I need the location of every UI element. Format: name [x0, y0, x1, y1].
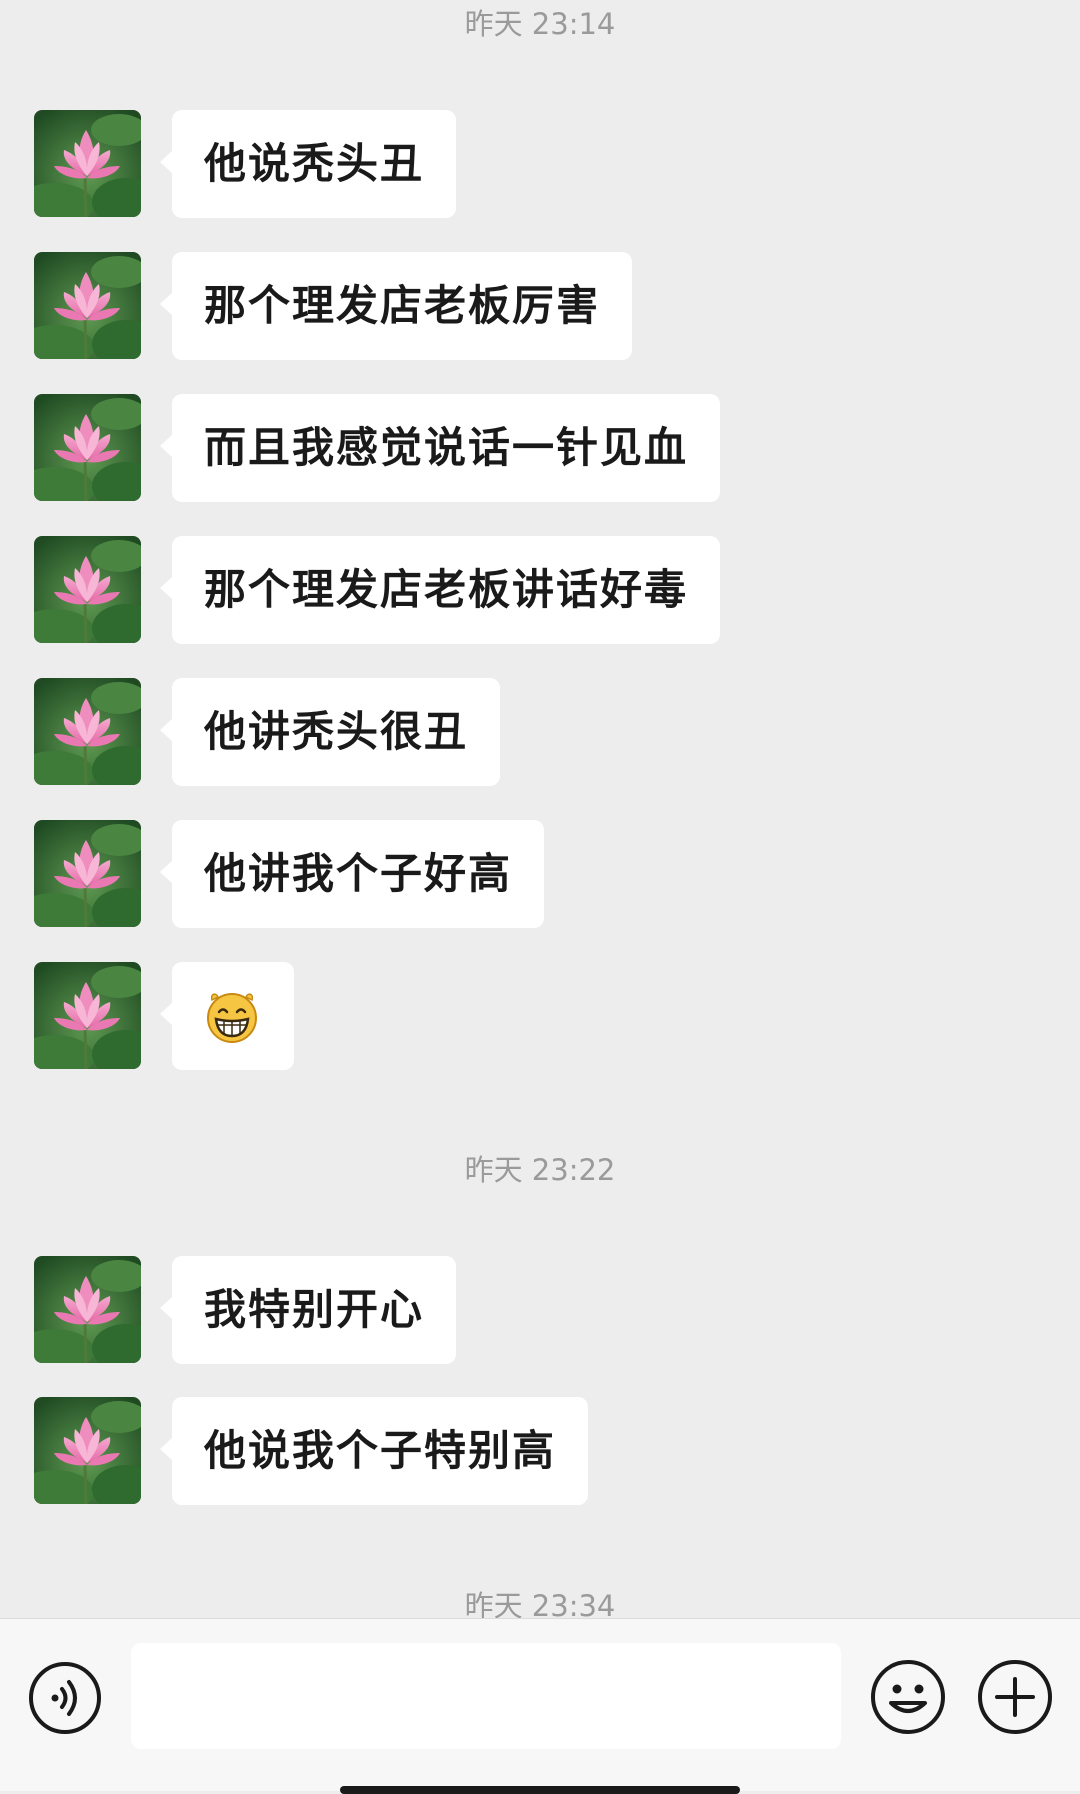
timestamp: 昨天 23:22	[464, 1153, 616, 1187]
home-indicator	[340, 1786, 740, 1794]
voice-input-icon	[29, 1662, 101, 1734]
avatar[interactable]	[34, 394, 141, 501]
voice-input-button[interactable]	[28, 1661, 102, 1739]
emoji-button[interactable]	[870, 1659, 946, 1739]
avatar[interactable]	[34, 678, 141, 785]
avatar[interactable]	[34, 110, 141, 217]
message-bubble[interactable]: 那个理发店老板厉害	[159, 252, 633, 360]
message-bubble[interactable]: 那个理发店老板讲话好毒	[159, 536, 721, 644]
lotus-flower-avatar-icon	[34, 110, 141, 217]
message-bubble[interactable]: 他说秃头丑	[159, 110, 457, 218]
message-bubble[interactable]: 而且我感觉说话一针见血	[159, 394, 721, 502]
input-toolbar	[0, 1618, 1080, 1791]
timestamp: 昨天 23:14	[464, 7, 616, 41]
avatar[interactable]	[34, 962, 141, 1069]
emoji-icon	[871, 1660, 945, 1734]
lotus-flower-avatar-icon	[34, 1256, 141, 1363]
lotus-flower-avatar-icon	[34, 678, 141, 785]
lotus-flower-avatar-icon	[34, 252, 141, 359]
lotus-flower-avatar-icon	[34, 820, 141, 927]
message-bubble[interactable]: 他讲我个子好高	[159, 820, 545, 928]
grinning-face-emoji-icon	[207, 993, 257, 1043]
plus-icon	[978, 1660, 1052, 1734]
lotus-flower-avatar-icon	[34, 394, 141, 501]
message-bubble[interactable]: 他讲秃头很丑	[159, 678, 501, 786]
avatar[interactable]	[34, 1256, 141, 1363]
message-input[interactable]	[131, 1643, 841, 1749]
plus-button[interactable]	[977, 1659, 1053, 1739]
message-bubble[interactable]: 我特别开心	[159, 1256, 457, 1364]
message-bubble[interactable]: 他说我个子特别高	[159, 1397, 589, 1505]
avatar[interactable]	[34, 536, 141, 643]
avatar[interactable]	[34, 252, 141, 359]
lotus-flower-avatar-icon	[34, 962, 141, 1069]
avatar[interactable]	[34, 1397, 141, 1504]
emoji-message-bubble[interactable]	[160, 962, 294, 1070]
timestamp: 昨天 23:34	[464, 1589, 616, 1618]
chat-area[interactable]: 昨天 23:14 他说秃头丑 那个理发店老板厉害 而且我感觉说话一针见血 那个理…	[0, 0, 1080, 1618]
lotus-flower-avatar-icon	[34, 536, 141, 643]
lotus-flower-avatar-icon	[34, 1397, 141, 1504]
avatar[interactable]	[34, 820, 141, 927]
